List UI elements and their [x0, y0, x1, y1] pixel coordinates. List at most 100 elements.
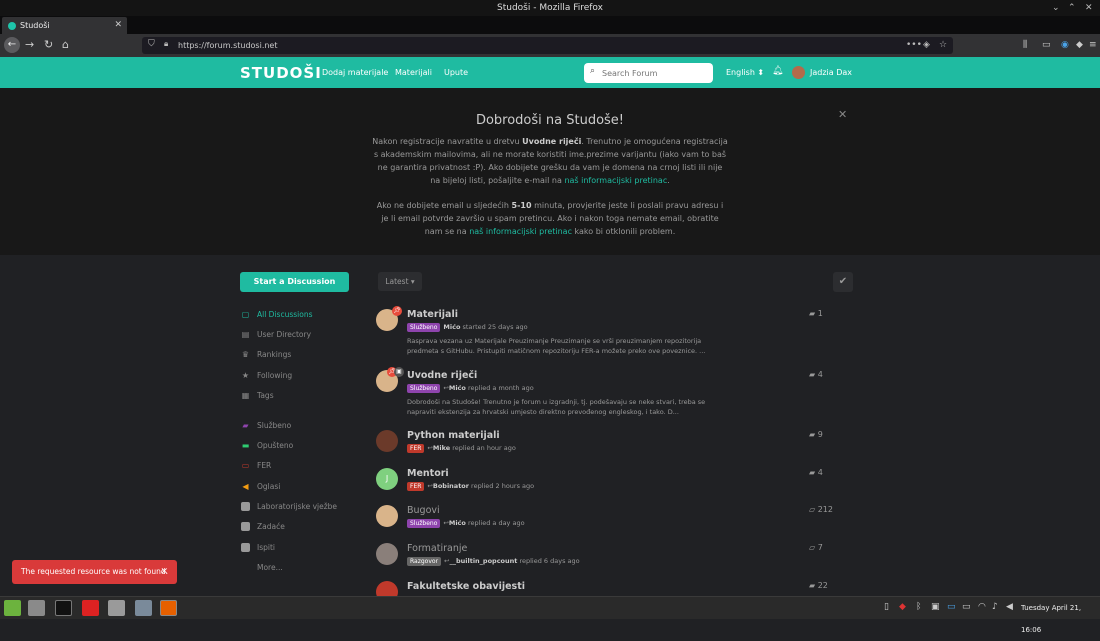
- mark-all-read-button[interactable]: ✔: [833, 272, 853, 292]
- sort-dropdown[interactable]: Latest ▾: [378, 272, 422, 291]
- meta-user[interactable]: Mike: [433, 444, 450, 452]
- author-avatar[interactable]: [376, 543, 398, 565]
- shield-icon[interactable]: ⛉: [148, 39, 155, 49]
- pin-icon: 📌︎: [392, 306, 402, 316]
- start-discussion-button[interactable]: Start a Discussion: [240, 272, 349, 292]
- notifications-bell-icon[interactable]: 🔔︎: [772, 66, 783, 76]
- window-title: Studoši - Mozilla Firefox: [497, 3, 603, 13]
- reply-count-value: 7: [817, 543, 823, 552]
- discussion-title[interactable]: Formatiranje: [407, 543, 467, 554]
- music-icon[interactable]: ♪: [992, 602, 998, 612]
- toast-close-icon[interactable]: ✕: [160, 560, 168, 584]
- reload-icon[interactable]: ↻: [44, 38, 53, 52]
- tag-badge[interactable]: FER: [407, 482, 425, 491]
- sidebar-toggle-icon[interactable]: ▭: [1042, 38, 1051, 52]
- meta-user[interactable]: Mićo: [443, 323, 460, 331]
- back-icon[interactable]: ←: [4, 37, 20, 53]
- meta-time: replied a month ago: [465, 384, 534, 392]
- close-tab-icon[interactable]: ✕: [114, 17, 122, 34]
- tag-square-icon: [241, 543, 250, 552]
- comment-icon: ▰: [809, 581, 816, 590]
- library-icon[interactable]: ⫼: [1023, 38, 1027, 52]
- update-icon[interactable]: ▣: [931, 602, 940, 612]
- wifi-icon[interactable]: ◠: [978, 602, 986, 612]
- search-box[interactable]: ⌕: [584, 63, 713, 83]
- url-bar[interactable]: ⛉ 🔒︎ https://forum.studosi.net ••• ◈ ☆: [142, 37, 953, 54]
- nav-link-upute[interactable]: Upute: [444, 57, 468, 88]
- firefox-taskbar-icon[interactable]: [160, 600, 177, 616]
- files-icon[interactable]: [108, 600, 125, 616]
- home-icon[interactable]: ⌂: [62, 38, 69, 52]
- site-logo[interactable]: STUDOŠI: [240, 64, 322, 82]
- maximize-icon[interactable]: ⌃: [1068, 0, 1076, 16]
- network-app-icon[interactable]: ▭: [947, 602, 956, 612]
- browser-tab[interactable]: Studoši ✕: [2, 17, 127, 34]
- sidebar-item-label: Opušteno: [257, 441, 294, 450]
- lock-icon[interactable]: 🔒︎: [164, 39, 168, 49]
- bookmark-star-icon[interactable]: ☆: [939, 37, 947, 54]
- app-icon[interactable]: [135, 600, 152, 616]
- user-name[interactable]: Jadzia Dax: [810, 57, 852, 88]
- user-avatar[interactable]: [792, 66, 805, 79]
- meta-time: replied a day ago: [465, 519, 525, 527]
- discussion-title[interactable]: Bugovi: [407, 505, 440, 516]
- show-desktop-icon[interactable]: [28, 600, 45, 616]
- hero-bold-text: Uvodne riječi: [522, 137, 582, 146]
- comments-icon: ▢: [241, 310, 250, 319]
- mint-menu-icon[interactable]: [4, 600, 21, 616]
- url-text[interactable]: https://forum.studosi.net: [178, 37, 278, 54]
- sidebar-item-label: Zadaće: [257, 522, 285, 531]
- language-selector[interactable]: English ⬍: [726, 57, 764, 88]
- meta-user[interactable]: __builtin_popcount: [449, 557, 517, 565]
- author-avatar[interactable]: [376, 505, 398, 527]
- bluetooth-icon[interactable]: ᛒ: [916, 602, 921, 612]
- info-mailbox-link[interactable]: naš informacijski pretinac: [469, 227, 572, 236]
- toast-message: The requested resource was not found.: [21, 567, 168, 576]
- discussion-title[interactable]: Fakultetske obavijesti: [407, 581, 525, 592]
- menu-icon[interactable]: ≡: [1089, 38, 1097, 52]
- meta-time: replied an hour ago: [450, 444, 516, 452]
- hero-bold-text: 5-10: [511, 201, 532, 210]
- discussion-title[interactable]: Uvodne riječi: [407, 370, 477, 381]
- discussion-title[interactable]: Mentori: [407, 468, 449, 479]
- close-window-icon[interactable]: ✕: [1085, 0, 1093, 16]
- phone-icon[interactable]: ▯: [884, 602, 889, 612]
- nav-link-dodaj-materijale[interactable]: Dodaj materijale: [322, 57, 388, 88]
- keyboard-icon[interactable]: ▭: [962, 602, 971, 612]
- sidebar-item-label: FER: [257, 461, 272, 470]
- tag-badge[interactable]: Službeno: [407, 384, 441, 393]
- nav-link-materijali[interactable]: Materijali: [395, 57, 432, 88]
- pocket-icon[interactable]: ◈: [923, 37, 930, 54]
- hero-text: .: [667, 176, 670, 185]
- meta-time: replied 6 days ago: [517, 557, 580, 565]
- extension-icon[interactable]: ◆: [1076, 38, 1083, 52]
- sidebar-item-label: User Directory: [257, 330, 312, 339]
- meta-user[interactable]: Mićo: [449, 384, 466, 392]
- forward-icon[interactable]: →: [25, 38, 34, 52]
- search-input[interactable]: [602, 65, 707, 81]
- account-icon[interactable]: ◉: [1061, 38, 1069, 52]
- tab-title: Studoši: [20, 21, 50, 30]
- tag-badge[interactable]: Razgovor: [407, 557, 442, 566]
- sidebar-item-label: Rankings: [257, 350, 292, 359]
- discussion-title[interactable]: Materijali: [407, 309, 458, 320]
- author-avatar[interactable]: J: [376, 468, 398, 490]
- comment-icon: ▰: [809, 309, 816, 318]
- meta-user[interactable]: Mićo: [449, 519, 466, 527]
- discussion-title[interactable]: Python materijali: [407, 430, 500, 441]
- clock[interactable]: Tuesday April 21, 16:06: [1021, 597, 1100, 641]
- shield-tray-icon[interactable]: ◆: [899, 602, 906, 612]
- opera-icon[interactable]: [82, 600, 99, 616]
- window-titlebar: Studoši - Mozilla Firefox ⌄ ⌃ ✕: [0, 0, 1100, 16]
- terminal-icon[interactable]: [55, 600, 72, 616]
- volume-icon[interactable]: ◀: [1006, 602, 1013, 612]
- info-mailbox-link[interactable]: naš informacijski pretinac: [564, 176, 667, 185]
- tag-badge[interactable]: Službeno: [407, 519, 441, 528]
- tag-badge[interactable]: FER: [407, 444, 425, 453]
- tag-badge[interactable]: Službeno: [407, 323, 441, 332]
- page-actions-icon[interactable]: •••: [906, 37, 922, 54]
- author-avatar[interactable]: [376, 430, 398, 452]
- sidebar-item-label: More...: [257, 563, 283, 572]
- meta-user[interactable]: Bobinator: [433, 482, 469, 490]
- minimize-icon[interactable]: ⌄: [1052, 0, 1060, 16]
